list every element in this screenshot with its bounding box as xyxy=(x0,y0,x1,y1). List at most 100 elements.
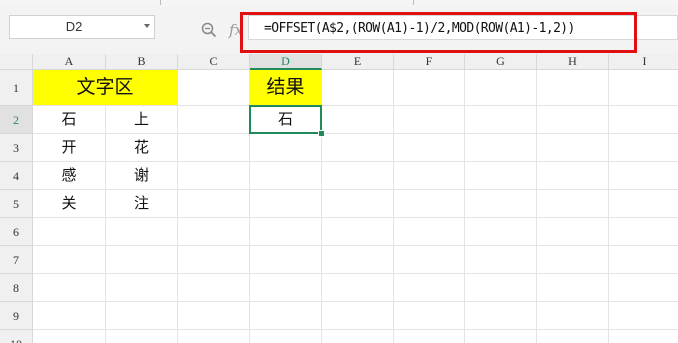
cell-e8[interactable] xyxy=(322,274,394,302)
cell-g7[interactable] xyxy=(465,246,537,274)
zoom-icon[interactable] xyxy=(201,22,217,38)
cell-i6[interactable] xyxy=(609,218,678,246)
name-box[interactable]: D2 xyxy=(9,15,155,39)
cell-g4[interactable] xyxy=(465,162,537,190)
cell-d3[interactable] xyxy=(250,134,322,162)
row-header-5[interactable]: 5 xyxy=(0,190,33,218)
column-header-h[interactable]: H xyxy=(537,54,609,70)
cell-f10[interactable] xyxy=(394,330,465,343)
cell-b7[interactable] xyxy=(106,246,178,274)
cell-f2[interactable] xyxy=(394,106,465,134)
cell-c7[interactable] xyxy=(178,246,250,274)
cell-h3[interactable] xyxy=(537,134,609,162)
cell-a10[interactable] xyxy=(33,330,106,343)
cell-i5[interactable] xyxy=(609,190,678,218)
cell-f6[interactable] xyxy=(394,218,465,246)
cell-d9[interactable] xyxy=(250,302,322,330)
cell-b10[interactable] xyxy=(106,330,178,343)
cell-b5[interactable]: 注 xyxy=(106,190,178,218)
cell-g9[interactable] xyxy=(465,302,537,330)
cell-h2[interactable] xyxy=(537,106,609,134)
cell-f3[interactable] xyxy=(394,134,465,162)
cell-a2[interactable]: 石 xyxy=(33,106,106,134)
column-header-e[interactable]: E xyxy=(322,54,394,70)
cell-i10[interactable] xyxy=(609,330,678,343)
cell-d4[interactable] xyxy=(250,162,322,190)
cell-f4[interactable] xyxy=(394,162,465,190)
cell-c6[interactable] xyxy=(178,218,250,246)
cell-h9[interactable] xyxy=(537,302,609,330)
fx-icon[interactable]: fx xyxy=(229,21,243,39)
column-header-d[interactable]: D xyxy=(250,54,322,70)
cell-f5[interactable] xyxy=(394,190,465,218)
column-header-a[interactable]: A xyxy=(33,54,106,70)
cell-c9[interactable] xyxy=(178,302,250,330)
cell-h5[interactable] xyxy=(537,190,609,218)
cell-f1[interactable] xyxy=(394,70,465,106)
cell-a9[interactable] xyxy=(33,302,106,330)
cell-h7[interactable] xyxy=(537,246,609,274)
row-header-9[interactable]: 9 xyxy=(0,302,33,330)
cell-d10[interactable] xyxy=(250,330,322,343)
cell-g10[interactable] xyxy=(465,330,537,343)
cell-a5[interactable]: 关 xyxy=(33,190,106,218)
row-header-4[interactable]: 4 xyxy=(0,162,33,190)
cell-f8[interactable] xyxy=(394,274,465,302)
cell-e4[interactable] xyxy=(322,162,394,190)
cell-i8[interactable] xyxy=(609,274,678,302)
cell-d1[interactable]: 结果 xyxy=(250,70,322,106)
cell-c10[interactable] xyxy=(178,330,250,343)
cell-i7[interactable] xyxy=(609,246,678,274)
cell-c3[interactable] xyxy=(178,134,250,162)
cell-e9[interactable] xyxy=(322,302,394,330)
row-header-3[interactable]: 3 xyxy=(0,134,33,162)
cell-e1[interactable] xyxy=(322,70,394,106)
cell-a6[interactable] xyxy=(33,218,106,246)
cell-b6[interactable] xyxy=(106,218,178,246)
cell-h1[interactable] xyxy=(537,70,609,106)
cell-e5[interactable] xyxy=(322,190,394,218)
cell-g1[interactable] xyxy=(465,70,537,106)
cell-i1[interactable] xyxy=(609,70,678,106)
cell-g6[interactable] xyxy=(465,218,537,246)
cell-d8[interactable] xyxy=(250,274,322,302)
cell-g3[interactable] xyxy=(465,134,537,162)
cell-e2[interactable] xyxy=(322,106,394,134)
cell-a3[interactable]: 开 xyxy=(33,134,106,162)
cell-h10[interactable] xyxy=(537,330,609,343)
fill-handle[interactable] xyxy=(318,130,325,137)
column-header-g[interactable]: G xyxy=(465,54,537,70)
cell-e3[interactable] xyxy=(322,134,394,162)
cell-e10[interactable] xyxy=(322,330,394,343)
cell-e7[interactable] xyxy=(322,246,394,274)
cell-g2[interactable] xyxy=(465,106,537,134)
cell-i3[interactable] xyxy=(609,134,678,162)
cell-c1[interactable] xyxy=(178,70,250,106)
column-header-c[interactable]: C xyxy=(178,54,250,70)
cell-c4[interactable] xyxy=(178,162,250,190)
cell-i9[interactable] xyxy=(609,302,678,330)
cell-d6[interactable] xyxy=(250,218,322,246)
cell-f9[interactable] xyxy=(394,302,465,330)
cell-h4[interactable] xyxy=(537,162,609,190)
merged-cell-a1-b1[interactable]: 文字区 xyxy=(33,70,178,106)
cell-d5[interactable] xyxy=(250,190,322,218)
cell-b8[interactable] xyxy=(106,274,178,302)
row-header-10[interactable]: 10 xyxy=(0,330,33,343)
cell-b9[interactable] xyxy=(106,302,178,330)
cell-c5[interactable] xyxy=(178,190,250,218)
cell-g5[interactable] xyxy=(465,190,537,218)
cell-c8[interactable] xyxy=(178,274,250,302)
row-header-7[interactable]: 7 xyxy=(0,246,33,274)
chevron-down-icon[interactable] xyxy=(144,24,150,28)
cell-b4[interactable]: 谢 xyxy=(106,162,178,190)
cell-h6[interactable] xyxy=(537,218,609,246)
column-header-b[interactable]: B xyxy=(106,54,178,70)
cell-i4[interactable] xyxy=(609,162,678,190)
cell-d2[interactable]: 石 xyxy=(250,106,322,134)
cell-b3[interactable]: 花 xyxy=(106,134,178,162)
cell-d7[interactable] xyxy=(250,246,322,274)
cell-f7[interactable] xyxy=(394,246,465,274)
column-header-f[interactable]: F xyxy=(394,54,465,70)
select-all-corner[interactable] xyxy=(0,54,33,70)
